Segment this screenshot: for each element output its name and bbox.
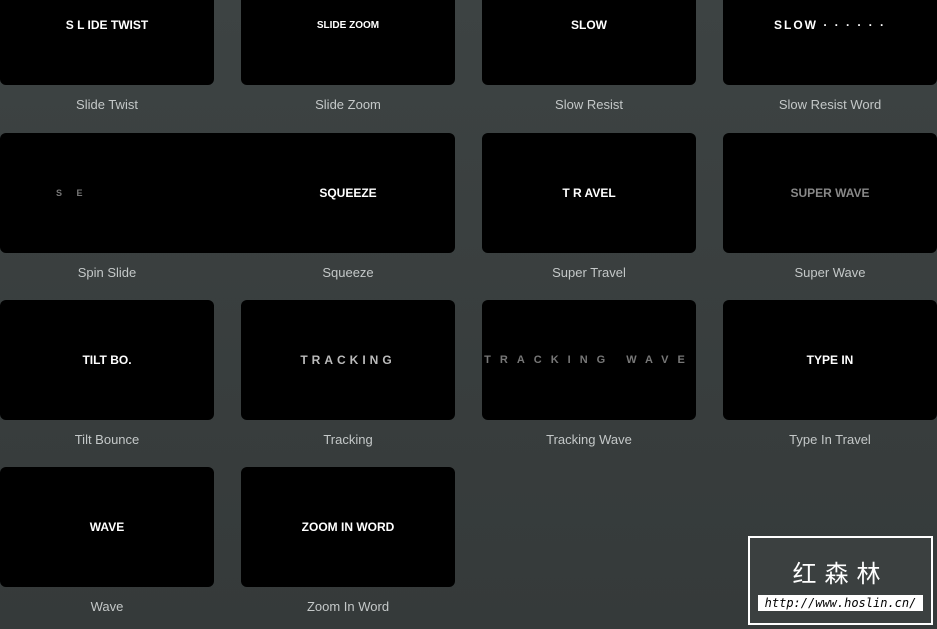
preview-text: S L IDE TWIST [65,18,149,32]
preview-text: T R AVEL [562,186,616,200]
effect-preview: TRACKING [241,300,455,420]
effect-tile[interactable]: SLOW · · · · · · Slow Resist Word [723,0,937,112]
effect-label: Tracking Wave [546,432,632,447]
preview-text: TYPE IN [806,353,854,367]
preview-text: SLOW · · · · · · [774,18,886,32]
preview-text: TRACKING WAVE [484,354,694,366]
effect-tile[interactable]: SLOW Slow Resist [482,0,696,112]
effect-label: Super Wave [794,265,866,280]
effect-label: Squeeze [322,265,374,280]
effect-preview: TILT BO. [0,300,214,420]
effect-label: Slow Resist [555,97,623,112]
effect-preview: S E [0,133,270,253]
preview-text: TILT BO. [82,353,132,367]
effect-label: Wave [90,599,124,614]
effect-label: Super Travel [552,265,626,280]
effect-label: Slide Zoom [315,97,381,112]
preview-text: SQUEEZE [319,186,377,200]
effect-preview: SQUEEZE [241,133,455,253]
effect-tile[interactable]: S E Spin Slide [0,133,270,280]
effect-preview: TYPE IN [723,300,937,420]
effect-preview: T R AVEL [482,133,696,253]
effect-preview: TRACKING WAVE [482,300,696,420]
effect-tile[interactable]: ZOOM IN WORD Zoom In Word [241,467,455,614]
effect-tile[interactable]: WAVE Wave [0,467,214,614]
effect-label: Slide Twist [76,97,138,112]
effect-label: Tracking [323,432,373,447]
effect-label: Zoom In Word [306,599,390,614]
effect-label: Spin Slide [77,265,137,280]
preview-text: SLOW [571,18,607,32]
preview-text: SUPER WAVE [790,186,870,200]
preview-text: TRACKING [300,353,396,367]
effect-label: Type In Travel [789,432,871,447]
effect-tile[interactable]: S L IDE TWIST Slide Twist [0,0,214,112]
effect-tile[interactable]: TRACKING Tracking [241,300,455,447]
effect-tile[interactable]: T R AVEL Super Travel [482,133,696,280]
effect-preview: SLOW · · · · · · [723,0,937,85]
preview-text: WAVE [89,520,125,534]
effect-preview: S L IDE TWIST [0,0,214,85]
preview-text: ZOOM IN WORD [301,520,395,534]
watermark-title: 红森林 [792,560,889,588]
effect-tile[interactable]: SQUEEZE Squeeze [241,133,455,280]
preview-text: SLIDE ZOOM [316,19,380,31]
effect-tile[interactable]: SUPER WAVE Super Wave [723,133,937,280]
effect-label: Tilt Bounce [74,432,140,447]
preview-text: S E [56,188,89,198]
effect-preview: ZOOM IN WORD [241,467,455,587]
effect-preview: SLOW [482,0,696,85]
effect-tile[interactable]: TYPE IN Type In Travel [723,300,937,447]
effect-tile[interactable]: TRACKING WAVE Tracking Wave [482,300,696,447]
effect-preview: SUPER WAVE [723,133,937,253]
effect-tile[interactable]: SLIDE ZOOM Slide Zoom [241,0,455,112]
watermark-url: http://www.hoslin.cn/ [758,595,923,611]
effect-label: Slow Resist Word [778,97,882,112]
effect-tile[interactable]: TILT BO. Tilt Bounce [0,300,214,447]
effect-preview: SLIDE ZOOM [241,0,455,85]
watermark: 红森林 http://www.hoslin.cn/ [748,536,933,625]
effect-preview: WAVE [0,467,214,587]
